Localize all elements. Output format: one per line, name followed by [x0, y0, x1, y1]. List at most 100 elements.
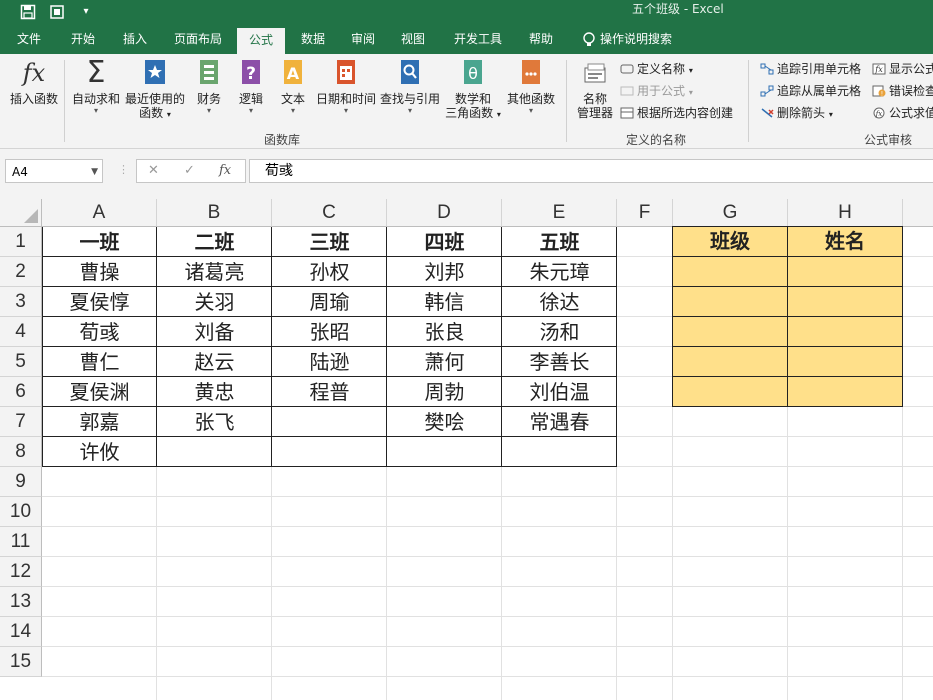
- cell-C7[interactable]: [272, 407, 387, 437]
- column-header-G[interactable]: G: [673, 199, 788, 227]
- cell-D5[interactable]: 萧何: [387, 347, 502, 377]
- tab-formulas[interactable]: 公式: [237, 26, 285, 56]
- row-header-2[interactable]: 2: [0, 257, 42, 287]
- chevron-down-icon[interactable]: ▼: [91, 160, 98, 184]
- cell-B8[interactable]: [157, 437, 272, 467]
- cell-C8[interactable]: [272, 437, 387, 467]
- create-from-selection-button[interactable]: 根据所选内容创建: [620, 104, 733, 122]
- cell-E3[interactable]: 徐达: [502, 287, 617, 317]
- tab-home[interactable]: 开始: [60, 26, 106, 54]
- cancel-icon[interactable]: ✕: [148, 163, 159, 178]
- name-box[interactable]: A4 ▼: [5, 159, 103, 183]
- cell-header-4[interactable]: 四班: [387, 227, 502, 257]
- cell-E4[interactable]: 汤和: [502, 317, 617, 347]
- tab-file[interactable]: 文件: [6, 26, 52, 54]
- column-header-C[interactable]: C: [272, 199, 387, 227]
- cell-G6[interactable]: [672, 376, 788, 407]
- row-header-14[interactable]: 14: [0, 617, 42, 647]
- lookup-header-class[interactable]: 班级: [672, 226, 788, 257]
- cell-E7[interactable]: 常遇春: [502, 407, 617, 437]
- cell-E5[interactable]: 李善长: [502, 347, 617, 377]
- use-in-formula-button[interactable]: 用于公式 ▾: [620, 82, 693, 100]
- math-trig-button[interactable]: θ 数学和 三角函数 ▾: [442, 58, 504, 122]
- column-header-D[interactable]: D: [387, 199, 502, 227]
- formula-input[interactable]: 荀彧: [249, 159, 933, 183]
- cell-header-5[interactable]: 五班: [502, 227, 617, 257]
- cell-header-3[interactable]: 三班: [272, 227, 387, 257]
- cell-D8[interactable]: [387, 437, 502, 467]
- show-formulas-button[interactable]: fx 显示公式: [872, 60, 933, 78]
- row-header-1[interactable]: 1: [0, 227, 42, 257]
- cell-D4[interactable]: 张良: [387, 317, 502, 347]
- cell-H3[interactable]: [787, 286, 903, 317]
- evaluate-formula-button[interactable]: fx 公式求值: [872, 104, 933, 122]
- cell-A3[interactable]: 夏侯惇: [42, 287, 157, 317]
- row-header-10[interactable]: 10: [0, 497, 42, 527]
- remove-arrows-button[interactable]: 删除箭头 ▾: [760, 104, 833, 122]
- cell-H5[interactable]: [787, 346, 903, 377]
- cell-E2[interactable]: 朱元璋: [502, 257, 617, 287]
- column-header-B[interactable]: B: [157, 199, 272, 227]
- cell-H6[interactable]: [787, 376, 903, 407]
- cell-D3[interactable]: 韩信: [387, 287, 502, 317]
- error-checking-button[interactable]: ! 错误检查: [872, 82, 933, 100]
- autosum-button[interactable]: Σ 自动求和 ▾: [68, 58, 124, 116]
- cell-C2[interactable]: 孙权: [272, 257, 387, 287]
- tab-view[interactable]: 视图: [390, 26, 436, 54]
- cell-A4[interactable]: 荀彧: [42, 317, 157, 347]
- cell-B6[interactable]: 黄忠: [157, 377, 272, 407]
- insert-function-fx-icon[interactable]: fx: [219, 163, 231, 178]
- row-header-7[interactable]: 7: [0, 407, 42, 437]
- row-header-8[interactable]: 8: [0, 437, 42, 467]
- cell-E6[interactable]: 刘伯温: [502, 377, 617, 407]
- cell-A7[interactable]: 郭嘉: [42, 407, 157, 437]
- row-header-13[interactable]: 13: [0, 587, 42, 617]
- column-header-A[interactable]: A: [42, 199, 157, 227]
- cell-G2[interactable]: [672, 256, 788, 287]
- financial-button[interactable]: 财务 ▾: [190, 58, 228, 116]
- cell-A5[interactable]: 曹仁: [42, 347, 157, 377]
- recently-used-button[interactable]: 最近使用的 函数 ▾: [124, 58, 186, 122]
- cell-C5[interactable]: 陆逊: [272, 347, 387, 377]
- cell-G5[interactable]: [672, 346, 788, 377]
- column-header-H[interactable]: H: [788, 199, 903, 227]
- text-button[interactable]: A 文本 ▾: [274, 58, 312, 116]
- datetime-button[interactable]: 日期和时间 ▾: [314, 58, 378, 116]
- tab-developer[interactable]: 开发工具: [446, 26, 510, 54]
- tab-review[interactable]: 审阅: [340, 26, 386, 54]
- row-header-6[interactable]: 6: [0, 377, 42, 407]
- logical-button[interactable]: ? 逻辑 ▾: [232, 58, 270, 116]
- tab-help[interactable]: 帮助: [518, 26, 564, 54]
- row-header-12[interactable]: 12: [0, 557, 42, 587]
- cell-E8[interactable]: [502, 437, 617, 467]
- cell-B2[interactable]: 诸葛亮: [157, 257, 272, 287]
- cell-D2[interactable]: 刘邦: [387, 257, 502, 287]
- cell-B7[interactable]: 张飞: [157, 407, 272, 437]
- tab-insert[interactable]: 插入: [112, 26, 158, 54]
- cell-H2[interactable]: [787, 256, 903, 287]
- cell-G3[interactable]: [672, 286, 788, 317]
- row-header-11[interactable]: 11: [0, 527, 42, 557]
- cell-H4[interactable]: [787, 316, 903, 347]
- cell-header-1[interactable]: 一班: [42, 227, 157, 257]
- cell-B4[interactable]: 刘备: [157, 317, 272, 347]
- row-header-3[interactable]: 3: [0, 287, 42, 317]
- cell-C3[interactable]: 周瑜: [272, 287, 387, 317]
- column-header-E[interactable]: E: [502, 199, 617, 227]
- define-name-button[interactable]: 定义名称 ▾: [620, 60, 693, 78]
- cell-C6[interactable]: 程普: [272, 377, 387, 407]
- row-header-15[interactable]: 15: [0, 647, 42, 677]
- trace-dependents-button[interactable]: 追踪从属单元格: [760, 82, 861, 100]
- cell-A8[interactable]: 许攸: [42, 437, 157, 467]
- select-all-corner[interactable]: [0, 199, 42, 227]
- cell-A2[interactable]: 曹操: [42, 257, 157, 287]
- row-header-9[interactable]: 9: [0, 467, 42, 497]
- trace-precedents-button[interactable]: 追踪引用单元格: [760, 60, 861, 78]
- cell-G4[interactable]: [672, 316, 788, 347]
- cell-D7[interactable]: 樊哙: [387, 407, 502, 437]
- touch-mode-icon[interactable]: [49, 4, 65, 20]
- tab-data[interactable]: 数据: [290, 26, 336, 54]
- cell-D6[interactable]: 周勃: [387, 377, 502, 407]
- lookup-header-name[interactable]: 姓名: [787, 226, 903, 257]
- name-manager-button[interactable]: 名称 管理器: [572, 58, 618, 120]
